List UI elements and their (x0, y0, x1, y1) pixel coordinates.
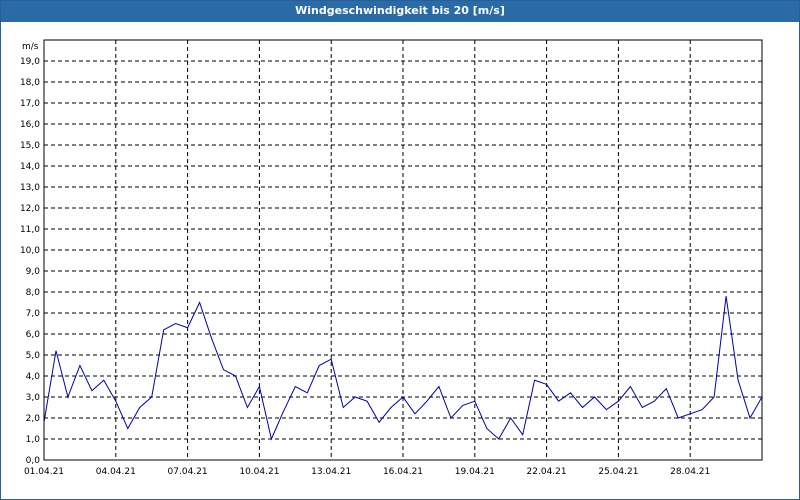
y-tick-label: 3,0 (26, 393, 41, 403)
y-tick-label: 8,0 (26, 288, 41, 298)
x-tick-label: 10.04.21 (239, 467, 279, 477)
y-axis-unit-label: m/s (22, 42, 39, 52)
y-tick-label: 19,0 (20, 57, 40, 67)
y-tick-label: 18,0 (20, 78, 40, 88)
y-axis: 0,0 1,0 2,0 3,0 4,0 5,0 6,0 7,0 8,0 9,0 10,0 11,0 12… (20, 57, 40, 466)
y-tick-label: 7,0 (26, 309, 41, 319)
wind-speed-chart: 0,0 1,0 2,0 3,0 4,0 5,0 6,0 7,0 8,0 9,0 10,0 11,0 12… (20, 39, 763, 477)
y-tick-label: 17,0 (20, 99, 40, 109)
y-tick-label: 9,0 (26, 267, 41, 277)
y-tick-label: 6,0 (26, 330, 41, 340)
x-tick-label: 04.04.21 (96, 467, 136, 477)
x-tick-label: 19.04.21 (455, 467, 495, 477)
y-tick-label: 2,0 (26, 414, 41, 424)
y-tick-label: 12,0 (20, 204, 40, 214)
y-tick-label: 15,0 (20, 141, 40, 151)
y-tick-label: 5,0 (26, 351, 41, 361)
x-tick-label: 07.04.21 (168, 467, 208, 477)
x-tick-label: 25.04.21 (598, 467, 638, 477)
x-tick-label: 13.04.21 (311, 467, 351, 477)
y-tick-label: 4,0 (26, 372, 41, 382)
y-tick-label: 16,0 (20, 120, 40, 130)
x-tick-label: 28.04.21 (670, 467, 710, 477)
x-tick-label: 16.04.21 (383, 467, 423, 477)
y-tick-label: 11,0 (20, 225, 40, 235)
y-tick-label: 14,0 (20, 162, 40, 172)
x-tick-label: 01.04.21 (24, 467, 64, 477)
x-tick-label: 22.04.21 (527, 467, 567, 477)
y-tick-label: 10,0 (20, 246, 40, 256)
x-axis: 01.04.21 04.04.21 07.04.21 10.04.21 13.04.21… (24, 467, 710, 477)
y-tick-label: 13,0 (20, 183, 40, 193)
y-tick-label: 1,0 (26, 435, 41, 445)
y-tick-label: 0,0 (26, 456, 41, 466)
